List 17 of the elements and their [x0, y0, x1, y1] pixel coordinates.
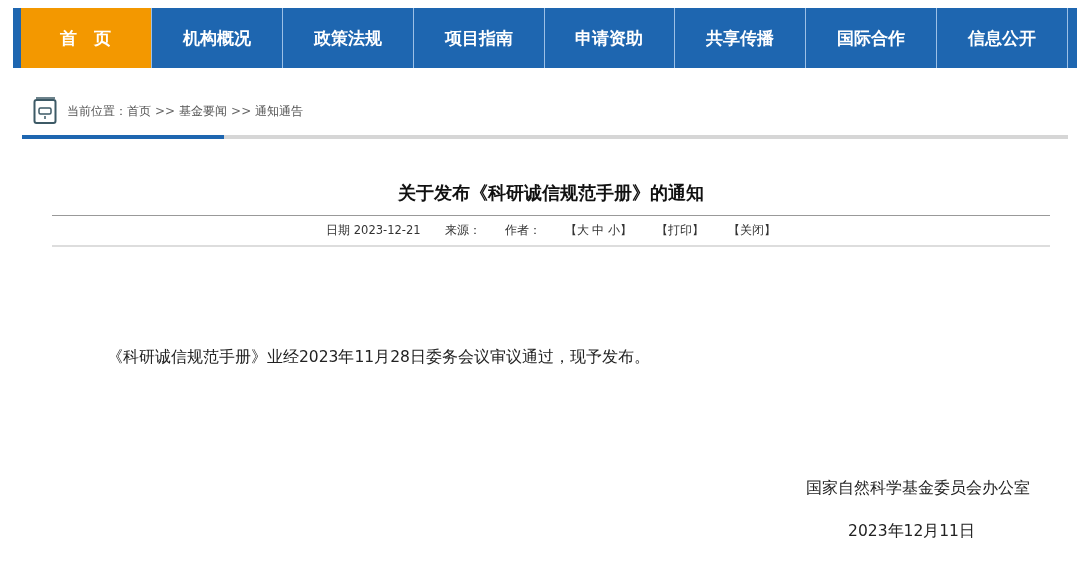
breadcrumb-separator: >> — [155, 103, 176, 118]
meta-text: 【大 中 小】 — [564, 223, 632, 238]
meta-text: 日期 2023-12-21 — [326, 223, 421, 238]
meta-text: 【打印】 — [655, 223, 704, 238]
signature-date: 2023年12月11日 — [848, 521, 975, 542]
breadcrumb-link[interactable]: 通知通告 — [255, 103, 304, 118]
breadcrumb-separator: >> — [231, 103, 252, 118]
location-label: 当前位置： — [67, 103, 127, 118]
article-body: 《科研诚信规范手册》业经2023年11月28日委务会议审议通过，现予发布。 — [107, 347, 651, 368]
article-title: 关于发布《科研诚信规范手册》的通知 — [397, 181, 705, 205]
meta-text: 【关闭】 — [727, 223, 776, 238]
meta-text: 作者： — [504, 223, 541, 238]
book-icon — [33, 97, 57, 125]
breadcrumb-link[interactable]: 基金要闻 — [179, 103, 228, 118]
meta-text: 来源： — [444, 223, 481, 238]
signature: 国家自然科学基金委员会办公室 — [806, 478, 1030, 499]
breadcrumb-link[interactable]: 首页 — [127, 103, 151, 118]
